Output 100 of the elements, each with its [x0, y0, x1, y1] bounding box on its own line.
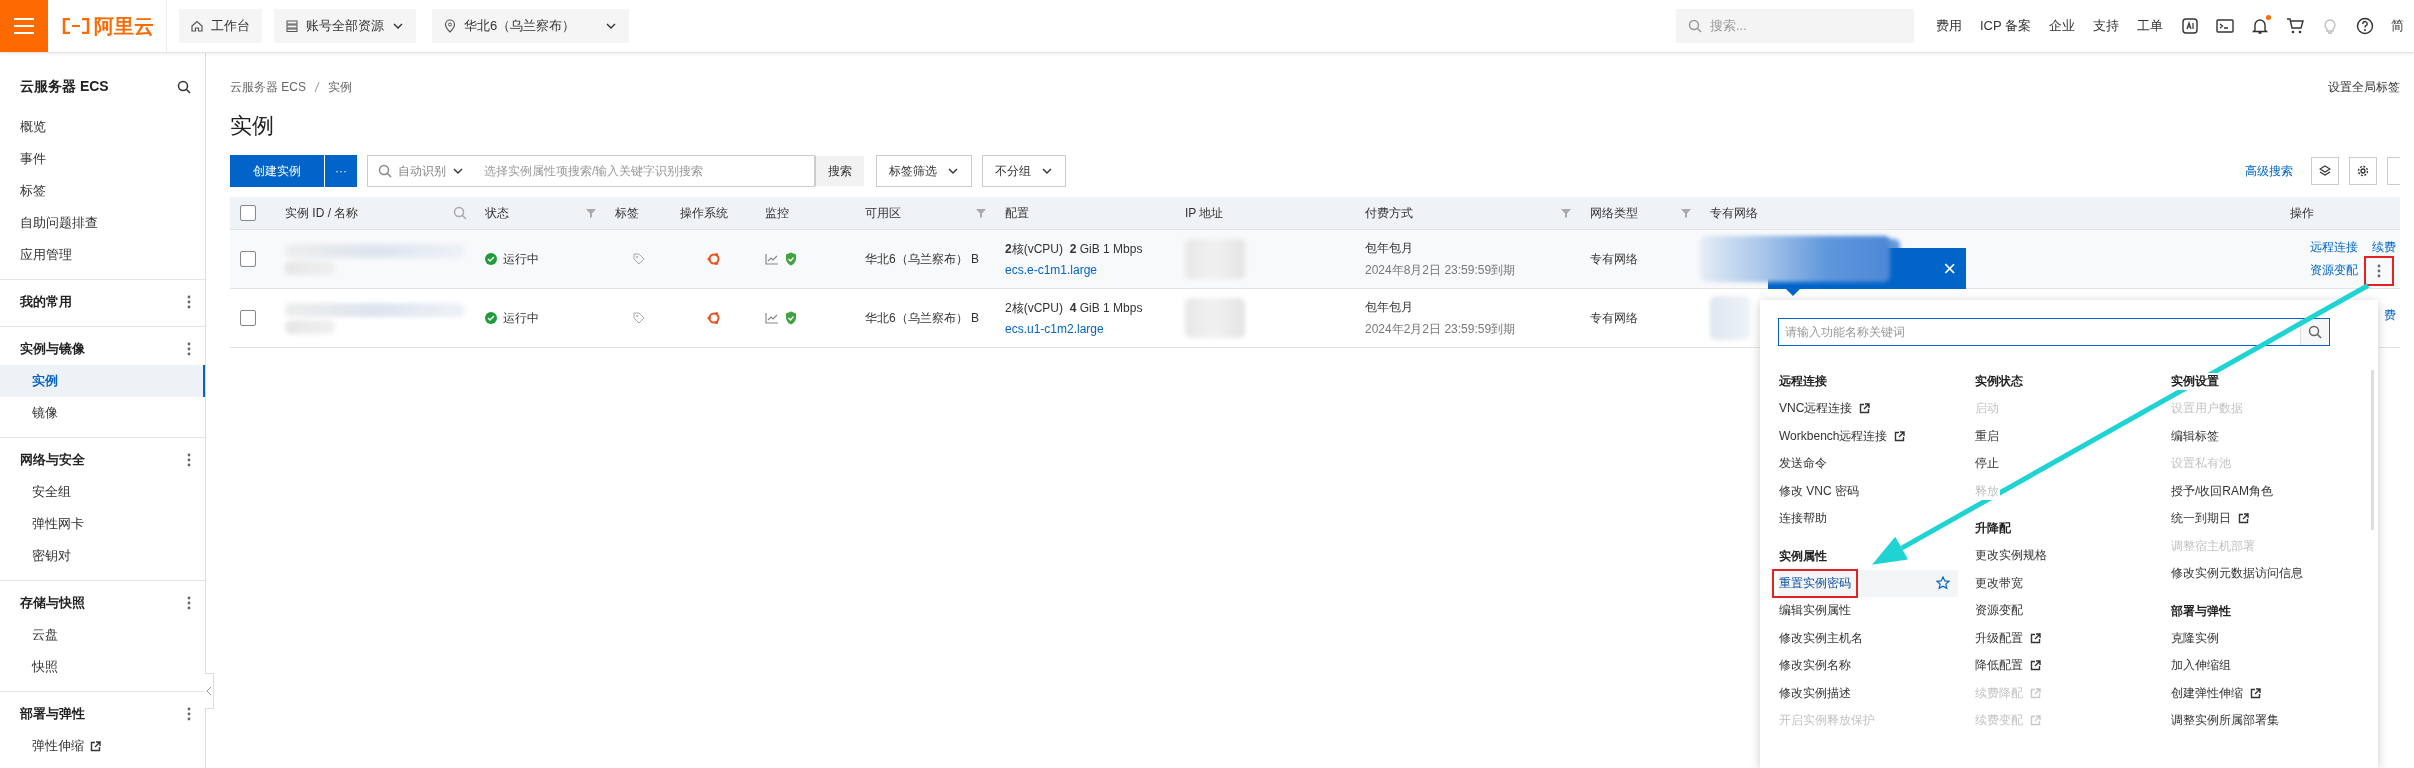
nav-link[interactable]: ICP 备案	[1979, 17, 2031, 35]
sidebar-item[interactable]: 应用管理	[0, 239, 205, 271]
menu-item[interactable]: 资源变配	[1974, 597, 2154, 625]
renew-link[interactable]: 续费	[2372, 239, 2396, 256]
more-icon[interactable]	[187, 707, 191, 721]
filter-dropdown[interactable]: 不分组	[982, 155, 1066, 187]
nav-link[interactable]: 支持	[2093, 17, 2119, 35]
menu-item[interactable]: VNC远程连接	[1778, 395, 1958, 423]
checkbox[interactable]	[240, 251, 256, 267]
menu-item[interactable]: 连接帮助	[1778, 505, 1958, 533]
network-type-text: 专有网络	[1590, 250, 1638, 268]
nav-link[interactable]: 企业	[2049, 17, 2075, 35]
menu-icon	[14, 18, 34, 34]
global-tags-link[interactable]: 设置全局标签	[2328, 78, 2400, 96]
search-mode-dropdown[interactable]: 自动识别	[368, 162, 474, 180]
column-header: 付费方式	[1365, 204, 1413, 222]
menu-item[interactable]: 更改实例规格	[1974, 542, 2154, 570]
menu-item[interactable]: 升级配置	[1974, 624, 2154, 652]
checkbox[interactable]	[240, 205, 256, 221]
menu-item[interactable]: 发送命令	[1778, 450, 1958, 478]
checkbox[interactable]	[240, 310, 256, 326]
sidebar-item[interactable]: 密钥对	[0, 540, 205, 572]
search-field[interactable]: 自动识别 选择实例属性项搜索/输入关键字识别搜索	[367, 155, 815, 187]
expiry-text: 2024年2月2日 23:59:59到期	[1365, 320, 1517, 338]
sidebar-item[interactable]: 事件	[0, 143, 205, 175]
status-check-icon	[485, 312, 497, 324]
menu-item[interactable]: 重置实例密码	[1778, 569, 1958, 597]
menu-item[interactable]: 调整实例所属部署集	[2170, 707, 2350, 735]
star-icon[interactable]	[1936, 576, 1950, 591]
breadcrumb-link[interactable]: 云服务器 ECS	[230, 78, 306, 96]
nav-link[interactable]: 费用	[1935, 17, 1962, 35]
menu-item[interactable]: 创建弹性伸缩	[2170, 679, 2350, 707]
menu-item[interactable]: 降低配置	[1974, 652, 2154, 680]
settings-button[interactable]	[2349, 157, 2377, 185]
search-button[interactable]: 搜索	[815, 156, 864, 186]
chart-icon[interactable]	[765, 253, 779, 265]
spec-link[interactable]: ecs.e-c1m1.large	[1005, 263, 1175, 277]
sidebar-section-title: 网络与安全	[20, 451, 85, 469]
resource-dropdown[interactable]: 账号全部资源	[274, 9, 416, 43]
menu-item[interactable]: 统一到期日	[2170, 505, 2350, 533]
layers-button[interactable]	[2311, 157, 2339, 185]
more-icon[interactable]	[187, 453, 191, 467]
blurred-text	[285, 319, 335, 334]
spec-link[interactable]: ecs.u1-c1m2.large	[1005, 322, 1175, 336]
sidebar-item[interactable]: 快照	[0, 651, 205, 683]
menu-item[interactable]: 加入伸缩组	[2170, 652, 2350, 680]
sidebar-item[interactable]: 概览	[0, 111, 205, 143]
menu-item[interactable]: Workbench远程连接	[1778, 422, 1958, 450]
region-dropdown[interactable]: 华北6（乌兰察布）	[432, 9, 630, 43]
shield-check-icon[interactable]	[785, 252, 797, 266]
menu-item[interactable]: 授予/收回RAM角色	[2170, 477, 2350, 505]
sidebar-item[interactable]: 标签	[0, 175, 205, 207]
filter-dropdown[interactable]: 标签筛选	[876, 155, 972, 187]
more-button[interactable]: ···	[325, 155, 357, 187]
chart-icon[interactable]	[765, 312, 779, 324]
sidebar-item[interactable]: 弹性伸缩	[0, 730, 205, 762]
more-icon[interactable]	[187, 342, 191, 356]
create-instance-button[interactable]: 创建实例	[230, 155, 324, 187]
sidebar-item[interactable]: 云盘	[0, 619, 205, 651]
collapse-handle[interactable]	[205, 673, 214, 709]
logo-icon	[62, 18, 90, 34]
resize-link[interactable]: 资源变配	[2310, 262, 2358, 279]
menu-item[interactable]: 修改 VNC 密码	[1778, 477, 1958, 505]
menu-item[interactable]: 重启	[1974, 422, 2154, 450]
menu-item[interactable]: 更改带宽	[1974, 569, 2154, 597]
menu-item[interactable]: 停止	[1974, 450, 2154, 478]
shield-check-icon[interactable]	[785, 311, 797, 325]
close-button[interactable]: ×	[1943, 257, 1956, 280]
sidebar-item[interactable]: 实例	[0, 365, 205, 397]
menu-item[interactable]: 修改实例描述	[1778, 679, 1958, 707]
advanced-search-link[interactable]: 高级搜索	[2245, 162, 2293, 180]
sidebar-item[interactable]: 镜像	[0, 397, 205, 429]
blurred-text	[1185, 298, 1245, 338]
more-icon[interactable]	[187, 596, 191, 610]
search-button[interactable]	[2300, 319, 2329, 345]
nav-link[interactable]: 工单	[2137, 17, 2163, 35]
menu-item[interactable]: 修改实例名称	[1778, 652, 1958, 680]
more-icon[interactable]	[2377, 263, 2381, 278]
more-icon[interactable]	[187, 295, 191, 309]
language-link[interactable]: 简	[2391, 17, 2404, 35]
remote-connect-link[interactable]: 远程连接	[2310, 239, 2358, 256]
sidebar-item[interactable]: 自助问题排查	[0, 207, 205, 239]
tag-icon	[632, 253, 645, 265]
menu-item[interactable]: 编辑实例属性	[1778, 597, 1958, 625]
column-header: 网络类型	[1590, 204, 1638, 222]
workbench-button[interactable]: 工作台	[179, 9, 262, 43]
cart-icon[interactable]	[2286, 17, 2304, 35]
menu-item[interactable]: 修改实例元数据访问信息	[2170, 560, 2350, 588]
renew-link[interactable]: 费	[2384, 306, 2396, 324]
menu-item[interactable]: 编辑标签	[2170, 422, 2350, 450]
terminal-icon[interactable]	[2216, 17, 2234, 35]
blurred-text	[1710, 296, 1750, 340]
menu-button[interactable]	[0, 0, 48, 52]
ai-icon[interactable]	[2181, 17, 2199, 35]
menu-item[interactable]: 修改实例主机名	[1778, 624, 1958, 652]
menu-item[interactable]: 克隆实例	[2170, 624, 2350, 652]
sidebar-item[interactable]: 安全组	[0, 476, 205, 508]
help-icon[interactable]	[2356, 17, 2374, 35]
sidebar-item[interactable]: 弹性网卡	[0, 508, 205, 540]
bell-icon[interactable]	[2251, 17, 2269, 35]
